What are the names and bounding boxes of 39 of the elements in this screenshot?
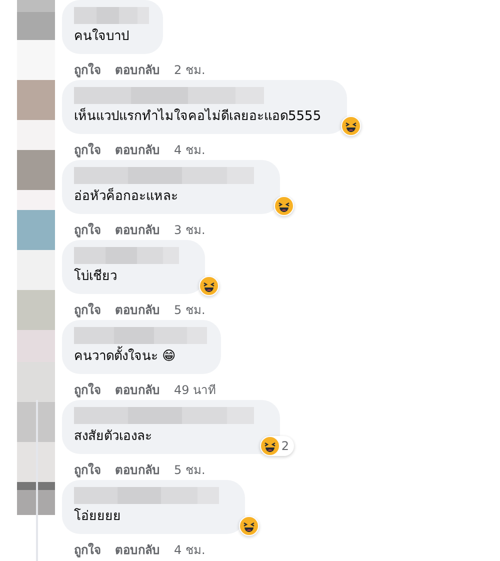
timestamp: 5 ชม.	[174, 302, 206, 319]
timestamp: 2 ชม.	[174, 62, 206, 79]
reply-link[interactable]: ตอบกลับ	[115, 460, 160, 479]
laughing-emoji-icon	[200, 277, 218, 295]
comment-text: โบ่เชียว	[74, 268, 118, 286]
laughing-emoji-icon	[275, 197, 293, 215]
reaction-badge[interactable]	[199, 276, 219, 296]
reply-link[interactable]: ตอบกลับ	[115, 300, 160, 319]
timestamp: 3 ชม.	[174, 222, 206, 239]
reply-link[interactable]: ตอบกลับ	[115, 380, 160, 399]
like-link[interactable]: ถูกใจ	[74, 460, 101, 479]
reaction-count: 2	[281, 439, 290, 453]
like-link[interactable]: ถูกใจ	[74, 60, 101, 79]
laughing-emoji-icon	[261, 437, 280, 455]
reply-link[interactable]: ตอบกลับ	[115, 60, 160, 79]
timestamp: 5 ชม.	[174, 462, 206, 479]
reply-link[interactable]: ตอบกลับ	[115, 220, 160, 239]
comment-text: สงสัยตัวเองละ	[74, 428, 153, 446]
like-link[interactable]: ถูกใจ	[74, 540, 101, 559]
timestamp: 49 นาที	[174, 382, 216, 399]
reaction-badge[interactable]: 2	[260, 436, 294, 456]
like-link[interactable]: ถูกใจ	[74, 140, 101, 159]
reaction-badge[interactable]	[341, 116, 362, 136]
reaction-badge[interactable]	[239, 516, 259, 536]
like-link[interactable]: ถูกใจ	[74, 220, 101, 239]
comment-text: คนใจบาป	[74, 28, 130, 46]
like-link[interactable]: ถูกใจ	[74, 300, 101, 319]
like-link[interactable]: ถูกใจ	[74, 380, 101, 399]
reaction-badge[interactable]	[274, 196, 294, 216]
timestamp: 4 ชม.	[174, 142, 206, 159]
comment-text: โอ่ยยยย	[74, 508, 122, 526]
comment-text: คนวาดตั้งใจนะ 😁	[74, 348, 207, 366]
laughing-emoji-icon	[240, 517, 258, 535]
reply-link[interactable]: ตอบกลับ	[115, 540, 160, 559]
comment-text: เห็นแวปแรกทำไมใจคอไม่ดีเลยอะแอด5555	[74, 108, 322, 126]
reply-link[interactable]: ตอบกลับ	[115, 140, 160, 159]
timestamp: 4 ชม.	[174, 542, 206, 559]
comment-text: อ่อหัวค็อกอะแหละ	[74, 188, 179, 206]
laughing-emoji-icon	[342, 117, 360, 135]
